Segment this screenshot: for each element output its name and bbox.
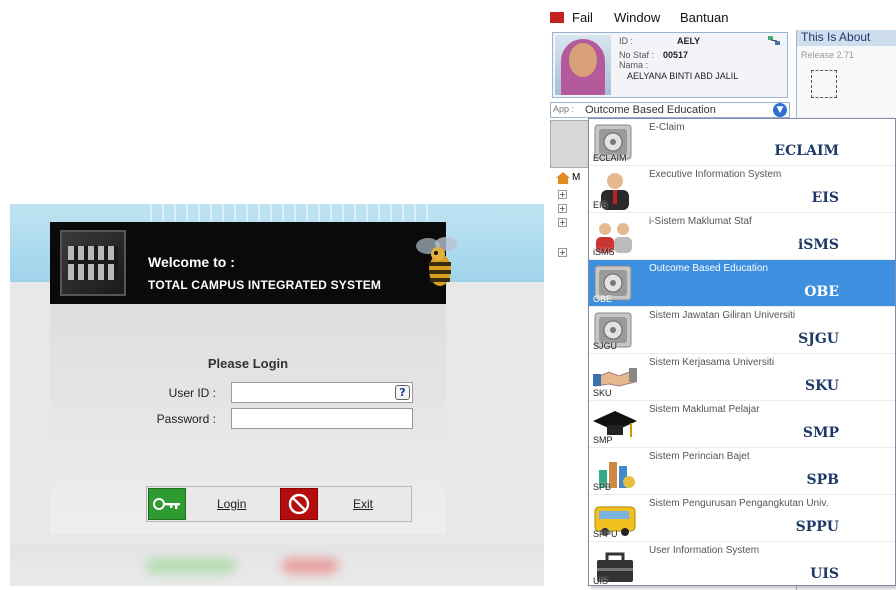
app-item-sppu[interactable]: SPPU Sistem Pengurusan Pengangkutan Univ.… — [589, 495, 895, 542]
app-item-eclaim[interactable]: ECLAIM E-Claim ECLAIM — [589, 119, 895, 166]
tree-expand-icon[interactable]: + — [558, 190, 567, 199]
app-item-code: iSMS — [797, 237, 839, 253]
exit-icon[interactable] — [280, 488, 318, 520]
menu-fail[interactable]: Fail — [572, 10, 593, 25]
avatar — [555, 35, 611, 95]
app-item-eis[interactable]: EIS Executive Information System EIS — [589, 166, 895, 213]
app-item-description: User Information System — [649, 545, 760, 556]
app-dropdown-list: ECLAIM E-Claim ECLAIM EIS Executive Informat… — [588, 118, 896, 586]
app-item-code: UIS — [810, 566, 839, 582]
system-name: TOTAL CAMPUS INTEGRATED SYSTEM — [148, 278, 382, 292]
blurred-footer — [10, 544, 544, 586]
help-icon[interactable]: ? — [395, 385, 410, 400]
tree-expand-icon[interactable]: + — [558, 204, 567, 213]
app-item-code: SMP — [802, 425, 839, 441]
app-item-code: OBE — [804, 284, 839, 300]
login-form: Please Login User ID : ? Password : Logi… — [50, 304, 446, 534]
login-button[interactable]: Login — [217, 497, 246, 511]
password-input[interactable] — [231, 408, 413, 429]
app-item-description: Executive Information System — [649, 169, 782, 180]
app-item-uis[interactable]: UIS User Information System UIS — [589, 542, 895, 586]
app-item-icon-caption: ECLAIM — [593, 153, 627, 163]
app-item-description: E-Claim — [649, 122, 685, 133]
app-item-description: Outcome Based Education — [649, 263, 768, 274]
chevron-down-icon[interactable]: ▼ — [773, 103, 787, 117]
app-item-icon-caption: EIS — [593, 200, 608, 210]
app-item-icon-caption: SJGU — [593, 341, 618, 351]
menu-window[interactable]: Window — [614, 10, 660, 25]
app-item-sjgu[interactable]: SJGU Sistem Jawatan Giliran Universiti SJG… — [589, 307, 895, 354]
menu-bar: Fail Window Bantuan — [548, 8, 896, 28]
app-item-description: Sistem Kerjasama Universiti — [649, 357, 775, 368]
staff-value: 00517 — [663, 50, 689, 60]
login-window: Welcome to : TOTAL CAMPUS INTEGRATED SYS… — [10, 204, 544, 586]
user-id-label: User ID : — [168, 386, 216, 400]
app-item-description: Sistem Maklumat Pelajar — [649, 404, 760, 415]
password-label: Password : — [156, 412, 216, 426]
name-value: AELYANA BINTI ABD JALIL — [627, 71, 739, 81]
about-title: This Is About — [797, 30, 896, 46]
tree-expand-icon[interactable]: + — [558, 218, 567, 227]
app-item-description: Sistem Perincian Bajet — [649, 451, 750, 462]
decorative-stripes — [150, 204, 430, 224]
tree-root-label: M — [572, 172, 581, 183]
app-item-icon-caption: OBE — [593, 294, 613, 304]
release-text: Release 2.71 — [801, 50, 855, 60]
app-item-icon-caption: SMP — [593, 435, 613, 445]
tree-expand-icon[interactable]: + — [558, 248, 567, 257]
bee-icon — [416, 237, 457, 286]
please-login-title: Please Login — [207, 356, 289, 371]
key-icon[interactable] — [148, 488, 186, 520]
user-profile-card: ID : AELY No Staf : 00517 Nama : AELYANA… — [552, 32, 788, 98]
app-select[interactable]: App : Outcome Based Education ▼ — [550, 102, 790, 118]
placeholder-box — [811, 70, 837, 98]
login-header: Welcome to : TOTAL CAMPUS INTEGRATED SYS… — [50, 222, 457, 304]
tcis-logo — [60, 230, 126, 296]
app-item-sku[interactable]: SKU Sistem Kerjasama Universiti SKU — [589, 354, 895, 401]
network-icon[interactable] — [767, 35, 781, 47]
app-select-label: App : — [553, 104, 575, 114]
app-window: Fail Window Bantuan ID : AELY No Staf : … — [548, 0, 896, 590]
user-id-input[interactable]: ? — [231, 382, 413, 403]
app-item-code: ECLAIM — [774, 143, 839, 159]
app-item-description: Sistem Jawatan Giliran Universiti — [649, 310, 796, 321]
app-item-code: SJGU — [798, 331, 839, 347]
app-thumbnail — [550, 120, 590, 168]
id-label: ID : — [619, 36, 634, 46]
name-label: Nama : — [619, 60, 649, 70]
staff-label: No Staf : — [619, 50, 655, 60]
app-item-code: SPPU — [795, 519, 839, 535]
app-item-icon-caption: SKU — [593, 388, 612, 398]
app-item-isms[interactable]: iSMS i-Sistem Maklumat Staf iSMS — [589, 213, 895, 260]
app-item-icon-caption: SPPU — [593, 529, 618, 539]
exit-button[interactable]: Exit — [353, 497, 373, 511]
home-icon[interactable] — [556, 172, 570, 184]
app-item-obe[interactable]: OBE Outcome Based Education OBE — [589, 260, 895, 307]
app-item-spb[interactable]: SPB Sistem Perincian Bajet SPB — [589, 448, 895, 495]
welcome-text: Welcome to : — [148, 254, 235, 270]
app-item-code: EIS — [811, 190, 839, 206]
app-logo-icon — [550, 12, 564, 23]
app-select-value: Outcome Based Education — [585, 104, 716, 116]
app-item-icon-caption: SPB — [593, 482, 612, 492]
app-item-code: SKU — [805, 378, 839, 394]
app-item-description: i-Sistem Maklumat Staf — [649, 216, 752, 227]
app-item-icon-caption: iSMS — [593, 247, 615, 257]
id-value: AELY — [677, 36, 701, 46]
app-item-smp[interactable]: SMP Sistem Maklumat Pelajar SMP — [589, 401, 895, 448]
app-item-code: SPB — [806, 472, 839, 488]
login-button-bar: Login Exit — [146, 486, 412, 522]
menu-bantuan[interactable]: Bantuan — [680, 10, 728, 25]
app-item-icon-caption: UIS — [593, 576, 609, 586]
app-item-description: Sistem Pengurusan Pengangkutan Univ. — [649, 498, 829, 509]
